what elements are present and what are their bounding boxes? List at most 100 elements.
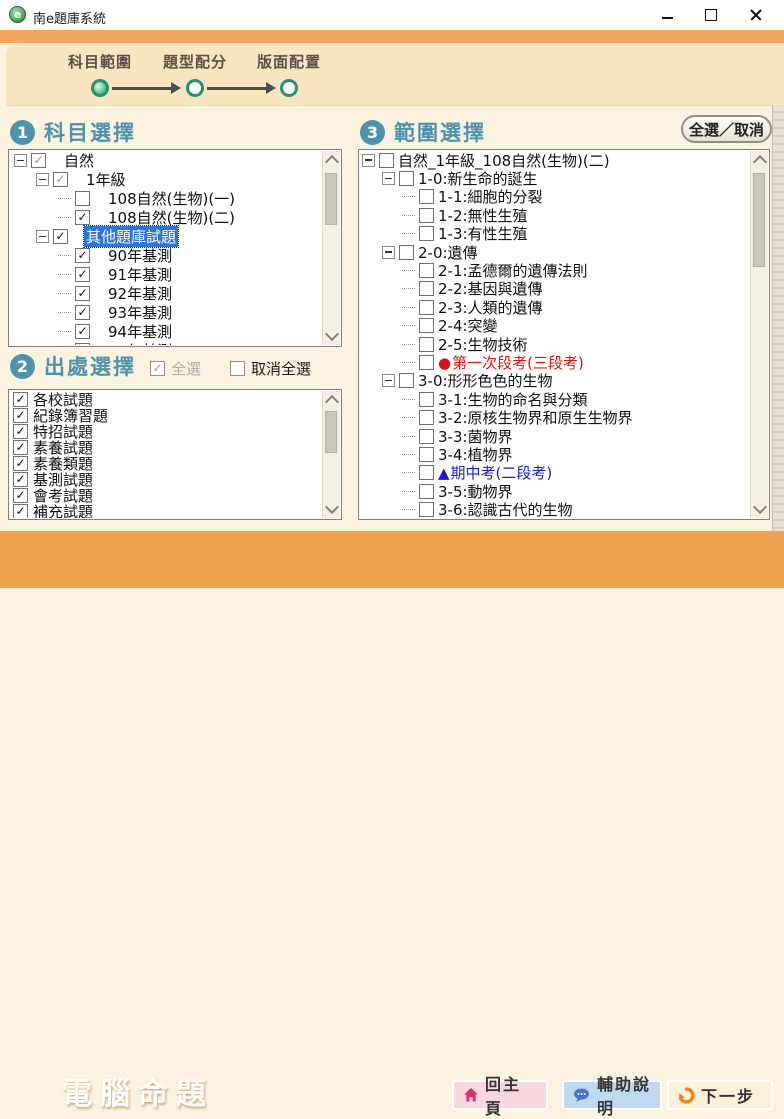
scope-scrollbar[interactable] <box>750 151 768 518</box>
scroll-up-icon[interactable] <box>753 155 767 169</box>
tree-row[interactable]: ✓2-0:遺傳 <box>360 243 751 261</box>
tree-checkbox[interactable]: ✓ <box>419 318 434 333</box>
tree-row[interactable]: ✓ 自然 <box>10 151 323 170</box>
tree-row[interactable]: ✓ 1年級 <box>10 170 323 189</box>
tree-checkbox[interactable]: ✓ <box>399 171 414 186</box>
checkbox-icon[interactable]: ✓ <box>230 361 245 376</box>
tree-checkbox[interactable]: ✓ <box>379 153 394 168</box>
tree-checkbox[interactable]: ✓ <box>75 248 90 263</box>
tree-checkbox[interactable]: ✓ <box>399 373 414 388</box>
tree-checkbox[interactable]: ✓ <box>75 324 90 339</box>
tree-item-label[interactable]: 95年基測 <box>106 340 174 345</box>
scrollbar-thumb[interactable] <box>325 173 337 225</box>
list-item-label[interactable]: 補充試題 <box>31 501 95 519</box>
tree-row[interactable]: ✓3-6:認識古代的生物 <box>360 500 751 518</box>
tree-checkbox[interactable]: ✓ <box>419 502 434 517</box>
tree-expander-icon[interactable] <box>382 172 395 185</box>
maximize-icon[interactable] <box>702 6 720 24</box>
tree-row[interactable]: ✓1-2:無性生殖 <box>360 206 751 224</box>
list-checkbox[interactable]: ✓ <box>13 408 28 423</box>
tree-checkbox[interactable]: ✓ <box>419 226 434 241</box>
tree-row[interactable]: ✓3-0:形形色色的生物 <box>360 372 751 390</box>
scroll-up-icon[interactable] <box>325 395 339 409</box>
tree-row[interactable]: ✓3-4:植物界 <box>360 445 751 463</box>
tree-checkbox[interactable]: ✓ <box>53 172 68 187</box>
tree-row[interactable]: ✓2-1:孟德爾的遺傳法則 <box>360 261 751 279</box>
tree-checkbox[interactable]: ✓ <box>53 229 68 244</box>
tree-row[interactable]: ✓2-3:人類的遺傳 <box>360 298 751 316</box>
source-scrollbar[interactable] <box>322 391 340 518</box>
tree-item-label[interactable]: 3-6:認識古代的生物 <box>436 499 575 518</box>
tree-checkbox[interactable]: ✓ <box>31 153 46 168</box>
list-checkbox[interactable]: ✓ <box>13 504 28 519</box>
tree-row[interactable]: ✓3-2:原核生物界和原生生物界 <box>360 408 751 426</box>
tree-row[interactable]: ✓ 108自然(生物)(二) <box>10 208 323 227</box>
tree-checkbox[interactable]: ✓ <box>419 484 434 499</box>
select-all-checkbox[interactable]: ✓ 全選 <box>150 358 201 379</box>
minimize-icon[interactable] <box>658 6 676 24</box>
tree-checkbox[interactable]: ✓ <box>419 208 434 223</box>
select-all-toggle-button[interactable]: 全選／取消 <box>681 115 772 143</box>
subject-scrollbar[interactable] <box>322 151 340 345</box>
tree-checkbox[interactable]: ✓ <box>75 267 90 282</box>
scrollbar-thumb[interactable] <box>753 173 765 267</box>
tree-checkbox[interactable]: ✓ <box>419 355 434 370</box>
tree-row[interactable]: ✓ 95年基測 <box>10 341 323 345</box>
tree-checkbox[interactable]: ✓ <box>419 337 434 352</box>
tree-row[interactable]: ✓3-3:菌物界 <box>360 427 751 445</box>
tree-checkbox[interactable]: ✓ <box>419 300 434 315</box>
tree-item-label[interactable]: 108自然(生物)(一) <box>106 188 237 209</box>
tree-checkbox[interactable]: ✓ <box>419 281 434 296</box>
tree-row[interactable]: ✓ 93年基測 <box>10 303 323 322</box>
tree-row[interactable]: ✓90年基測 <box>10 246 323 265</box>
tree-row[interactable]: ✓2-4:突變 <box>360 317 751 335</box>
scroll-down-icon[interactable] <box>753 500 767 514</box>
scroll-up-icon[interactable] <box>325 155 339 169</box>
tree-item-label[interactable]: 91年基測 <box>106 264 174 285</box>
tree-checkbox[interactable]: ✓ <box>75 343 90 345</box>
tree-expander-icon[interactable] <box>36 230 49 243</box>
tree-checkbox[interactable]: ✓ <box>419 429 434 444</box>
list-item[interactable]: ✓補充試題 <box>10 503 323 518</box>
list-checkbox[interactable]: ✓ <box>13 440 28 455</box>
tree-checkbox[interactable]: ✓ <box>419 465 434 480</box>
tree-item-label[interactable]: 92年基測 <box>106 283 174 304</box>
tree-row[interactable]: ✓ 92年基測 <box>10 284 323 303</box>
tree-row[interactable]: ✓3-5:動物界 <box>360 482 751 500</box>
tree-checkbox[interactable]: ✓ <box>75 305 90 320</box>
tree-row[interactable]: ✓▲期中考(二段考) <box>360 464 751 482</box>
tree-row[interactable]: ✓1-3:有性生殖 <box>360 225 751 243</box>
tree-checkbox[interactable]: ✓ <box>419 263 434 278</box>
tree-row[interactable]: ✓ 91年基測 <box>10 265 323 284</box>
tree-expander-icon[interactable] <box>36 173 49 186</box>
tree-checkbox[interactable]: ✓ <box>75 210 90 225</box>
tree-row[interactable]: ✓108自然(生物)(一) <box>10 189 323 208</box>
tree-item-label[interactable]: 1年級 <box>84 169 128 190</box>
tree-row[interactable]: ✓2-2:基因與遺傳 <box>360 280 751 298</box>
tree-item-label[interactable]: 自然 <box>62 151 96 171</box>
tree-row[interactable]: ✓3-1:生物的命名與分類 <box>360 390 751 408</box>
tree-expander-icon[interactable] <box>362 154 375 167</box>
scroll-down-icon[interactable] <box>325 500 339 514</box>
list-checkbox[interactable]: ✓ <box>13 424 28 439</box>
tree-checkbox[interactable]: ✓ <box>419 447 434 462</box>
tree-checkbox[interactable]: ✓ <box>75 286 90 301</box>
close-icon[interactable] <box>747 6 765 24</box>
list-checkbox[interactable]: ✓ <box>13 456 28 471</box>
tree-row[interactable]: ✓1-0:新生命的誕生 <box>360 169 751 187</box>
tree-row[interactable]: ✓●第一次段考(三段考) <box>360 353 751 371</box>
tree-item-label[interactable]: 其他題庫試題 <box>84 226 178 247</box>
scrollbar-thumb[interactable] <box>325 411 337 453</box>
tree-checkbox[interactable]: ✓ <box>419 410 434 425</box>
deselect-all-checkbox[interactable]: ✓ 取消全選 <box>230 358 311 379</box>
list-checkbox[interactable]: ✓ <box>13 472 28 487</box>
tree-expander-icon[interactable] <box>382 374 395 387</box>
tree-expander-icon[interactable] <box>14 154 27 167</box>
tree-checkbox[interactable]: ✓ <box>419 189 434 204</box>
tree-item-label[interactable]: 93年基測 <box>106 302 174 323</box>
tree-item-label[interactable]: 108自然(生物)(二) <box>106 207 237 228</box>
tree-row[interactable]: ✓2-5:生物技術 <box>360 335 751 353</box>
tree-item-label[interactable]: 94年基測 <box>106 321 174 342</box>
home-button[interactable]: 回主頁 <box>452 1080 548 1110</box>
tree-row[interactable]: ✓ 其他題庫試題 <box>10 227 323 246</box>
